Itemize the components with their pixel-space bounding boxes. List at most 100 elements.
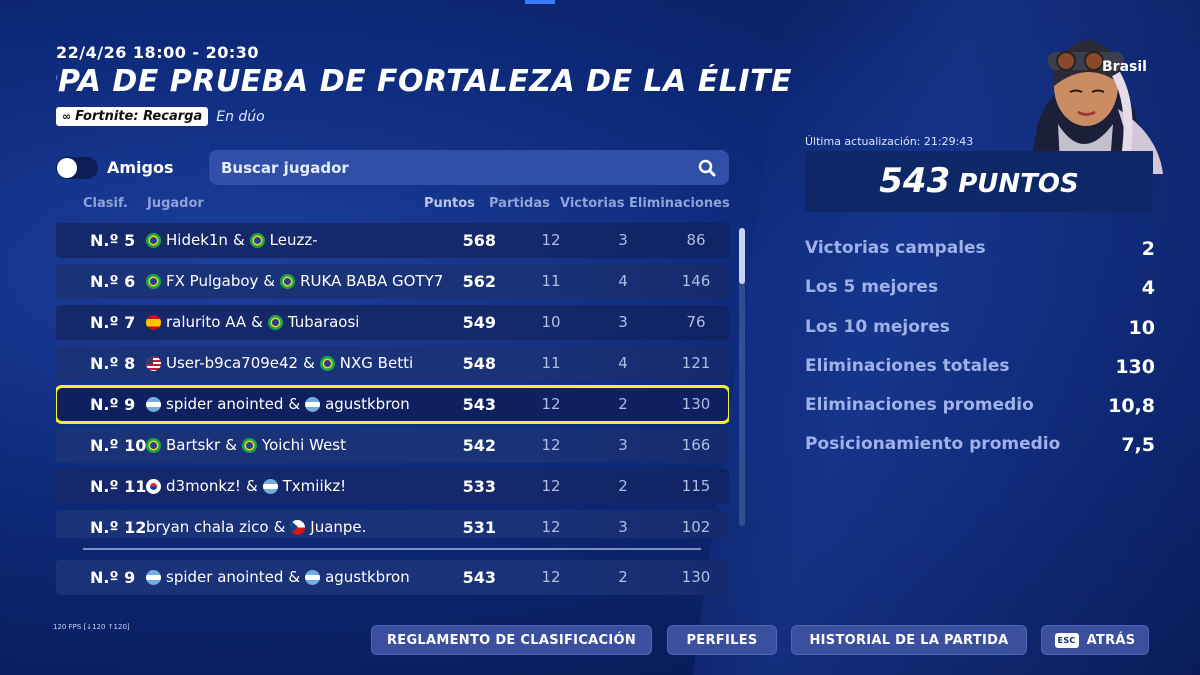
header-matches: Partidas	[489, 196, 550, 211]
self-row-divider	[83, 548, 701, 550]
table-row[interactable]: N.º 6 FX Pulgaboy & RUKA BABA GOTY7 562 11 4 14…	[56, 264, 729, 299]
stat-row: Eliminaciones promedio 10,8	[805, 395, 1155, 434]
flag-br-icon	[267, 314, 283, 330]
table-row[interactable]: N.º 11 d3monkz! & Txmiikz! 533 12 2 115	[56, 469, 729, 504]
stat-value: 10,8	[1108, 395, 1155, 418]
player-2-name[interactable]: agustkbron	[325, 568, 410, 586]
player-2-name[interactable]: Txmiikz!	[283, 477, 347, 495]
mode-row: ∞ Fortnite: Recarga En dúo	[56, 107, 265, 126]
back-button[interactable]: ESC ATRÁS	[1041, 625, 1149, 655]
player-separator: &	[263, 272, 276, 290]
points-cell: 533	[462, 477, 496, 496]
game-badge-label: Fortnite: Recarga	[75, 109, 203, 124]
game-badge: ∞ Fortnite: Recarga	[56, 107, 209, 126]
stat-row: Los 5 mejores 4	[805, 277, 1155, 316]
profiles-button-label: PERFILES	[686, 632, 758, 648]
player-separator: &	[273, 518, 286, 536]
player-separator: &	[251, 313, 263, 331]
player-1-name[interactable]: Bartskr	[166, 436, 220, 454]
player-1-name[interactable]: bryan chala zico	[146, 518, 269, 536]
stat-value: 130	[1115, 355, 1155, 378]
flag-ar-icon	[305, 569, 321, 585]
wins-cell: 2	[618, 568, 628, 586]
player-1-name[interactable]: Hidek1n	[166, 231, 228, 249]
table-row[interactable]: N.º 7 ralurito AA & Tubaraosi 549 10 3 76	[56, 305, 729, 340]
player-cell: spider anointed & agustkbron	[146, 568, 410, 586]
player-1-name[interactable]: User-b9ca709e42	[166, 354, 298, 372]
eliminations-cell: 102	[681, 518, 711, 536]
table-row[interactable]: N.º 12 bryan chala zico & Juanpe. 531 12 3 102	[56, 510, 729, 538]
toggle-knob	[57, 158, 77, 178]
points-cell: 542	[462, 436, 496, 455]
eliminations-cell: 76	[686, 313, 706, 331]
player-cell: FX Pulgaboy & RUKA BABA GOTY7	[146, 272, 443, 290]
match-history-button[interactable]: HISTORIAL DE LA PARTIDA	[791, 625, 1027, 655]
flag-br-icon	[146, 232, 161, 248]
flag-br-icon	[319, 355, 335, 371]
friends-toggle[interactable]	[56, 157, 98, 179]
points-word: PUNTOS	[958, 169, 1079, 199]
player-2-name[interactable]: agustkbron	[325, 395, 410, 413]
player-2-name[interactable]: Yoichi West	[262, 436, 346, 454]
flag-br-icon	[146, 437, 161, 453]
event-title-text: OPA DE PRUEBA DE FORTALEZA DE LA ÉLITE	[56, 64, 793, 99]
stat-value: 10	[1128, 316, 1155, 339]
matches-cell: 10	[541, 313, 561, 331]
event-title: OPA DE PRUEBA DE FORTALEZA DE LA ÉLITE	[56, 64, 816, 99]
flag-us-icon	[146, 355, 161, 371]
leaderboard-list[interactable]: N.º 5 Hidek1n & Leuzz- 568 12 3 86 N.º 6 FX Pulga…	[56, 223, 729, 538]
stat-value: 2	[1141, 238, 1155, 260]
wins-cell: 3	[618, 518, 628, 536]
flag-br-icon	[249, 232, 265, 248]
flag-ar-icon	[146, 569, 161, 585]
eliminations-cell: 86	[686, 231, 706, 249]
table-row[interactable]: N.º 10 Bartskr & Yoichi West 542 12 3 166	[56, 428, 729, 463]
player-1-name[interactable]: spider anointed	[166, 395, 283, 413]
header-rank: Clasif.	[83, 196, 128, 211]
fortnite-recarga-icon: ∞	[62, 110, 72, 123]
stat-value: 4	[1141, 277, 1155, 300]
table-row[interactable]: N.º 8 User-b9ca709e42 & NXG Betti 548 11 4 121	[56, 346, 729, 381]
rank-cell: N.º 5	[90, 231, 136, 250]
matches-cell: 12	[541, 518, 561, 536]
stat-label: Posicionamiento promedio	[805, 434, 1061, 455]
leaderboard-scrollbar[interactable]	[739, 228, 745, 526]
profiles-button[interactable]: PERFILES	[667, 625, 777, 655]
wins-cell: 3	[618, 313, 628, 331]
flag-br-icon	[241, 437, 257, 453]
player-1-name[interactable]: d3monkz!	[166, 477, 241, 495]
header-eliminations: Eliminaciones	[629, 196, 730, 211]
player-1-name[interactable]: spider anointed	[166, 568, 283, 586]
player-2-name[interactable]: Tubaraosi	[288, 313, 360, 331]
player-cell: Hidek1n & Leuzz-	[146, 231, 318, 249]
game-mode: En dúo	[216, 108, 265, 125]
player-2-name[interactable]: NXG Betti	[340, 354, 413, 372]
stats-list: Victorias campales 2 Los 5 mejores 4 Los 10 …	[805, 238, 1155, 474]
player-1-name[interactable]: ralurito AA	[166, 313, 246, 331]
rules-button[interactable]: REGLAMENTO DE CLASIFICACIÓN	[371, 625, 652, 655]
table-row-selected[interactable]: N.º 9 spider anointed & agustkbron 543 12 2 130	[56, 385, 729, 424]
eliminations-cell: 130	[681, 568, 711, 586]
points-summary: 543 PUNTOS	[805, 151, 1153, 212]
player-1-name[interactable]: FX Pulgaboy	[166, 272, 258, 290]
player-2-name[interactable]: Leuzz-	[270, 231, 318, 249]
flag-ar-icon	[305, 396, 321, 412]
table-row[interactable]: N.º 5 Hidek1n & Leuzz- 568 12 3 86	[56, 223, 729, 258]
eliminations-cell: 146	[681, 272, 711, 290]
search-input[interactable]	[221, 158, 661, 177]
player-2-name[interactable]: Juanpe.	[310, 518, 366, 536]
points-cell: 568	[462, 231, 496, 250]
player-cell: User-b9ca709e42 & NXG Betti	[146, 354, 413, 372]
player-separator: &	[225, 436, 237, 454]
scrollbar-thumb[interactable]	[739, 228, 745, 284]
own-team-row[interactable]: N.º 9 spider anointed & agustkbron 543 12 2 130	[56, 560, 729, 595]
points-cell: 531	[462, 518, 496, 537]
table-headers: Clasif. Jugador Puntos Partidas Victoria…	[0, 196, 740, 212]
region-label: Brasil	[1102, 59, 1147, 75]
wins-cell: 4	[618, 354, 628, 372]
event-datetime: 22/4/26 18:00 - 20:30	[56, 43, 260, 62]
player-2-name[interactable]: RUKA BABA GOTY7	[300, 272, 443, 290]
matches-cell: 12	[541, 395, 561, 413]
search-icon[interactable]	[697, 158, 717, 178]
search-bar[interactable]	[209, 150, 729, 185]
